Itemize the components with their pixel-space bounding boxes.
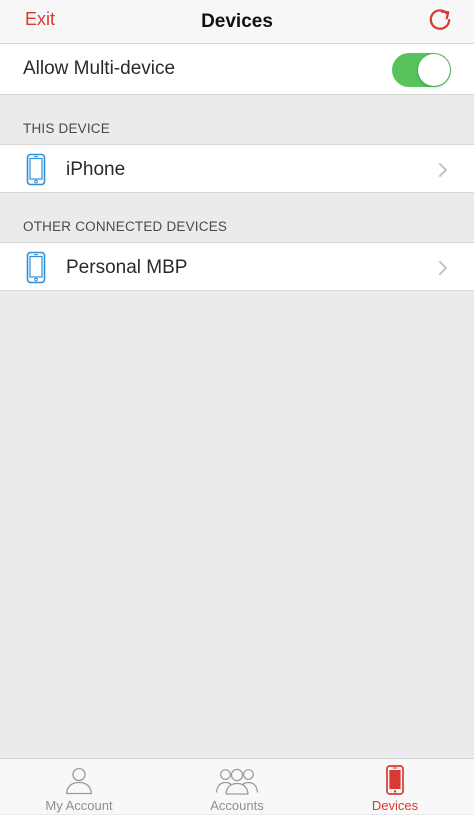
tab-my-account[interactable]: My Account [0,759,158,815]
page-title: Devices [201,11,273,32]
tab-accounts[interactable]: Accounts [158,759,316,815]
multi-device-label: Allow Multi-device [23,58,176,79]
person-icon [65,767,93,795]
tab-label: Devices [371,798,419,813]
people-icon [215,768,259,795]
tab-label: My Account [45,798,113,813]
refresh-icon[interactable] [427,7,453,33]
tab-devices[interactable]: Devices [316,759,474,815]
phone-icon [26,251,46,284]
chevron-right-icon [439,163,447,177]
tab-label: Accounts [210,798,264,813]
device-row-iphone[interactable]: iPhone [0,144,474,193]
multi-device-row: Allow Multi-device [0,44,474,95]
device-row-personal-mbp[interactable]: Personal MBP [0,242,474,291]
chevron-right-icon [439,261,447,275]
phone-icon [386,765,404,795]
device-name: Personal MBP [66,257,188,278]
phone-icon [26,153,46,186]
navigation-bar: Exit Devices [0,0,474,44]
toggle-knob [418,54,450,86]
tab-bar: My Account Accounts Devices [0,758,474,814]
multi-device-toggle[interactable] [392,53,451,87]
section-header-this-device: THIS DEVICE [23,121,110,136]
device-name: iPhone [66,159,126,180]
section-header-other-devices: OTHER CONNECTED DEVICES [23,219,228,234]
